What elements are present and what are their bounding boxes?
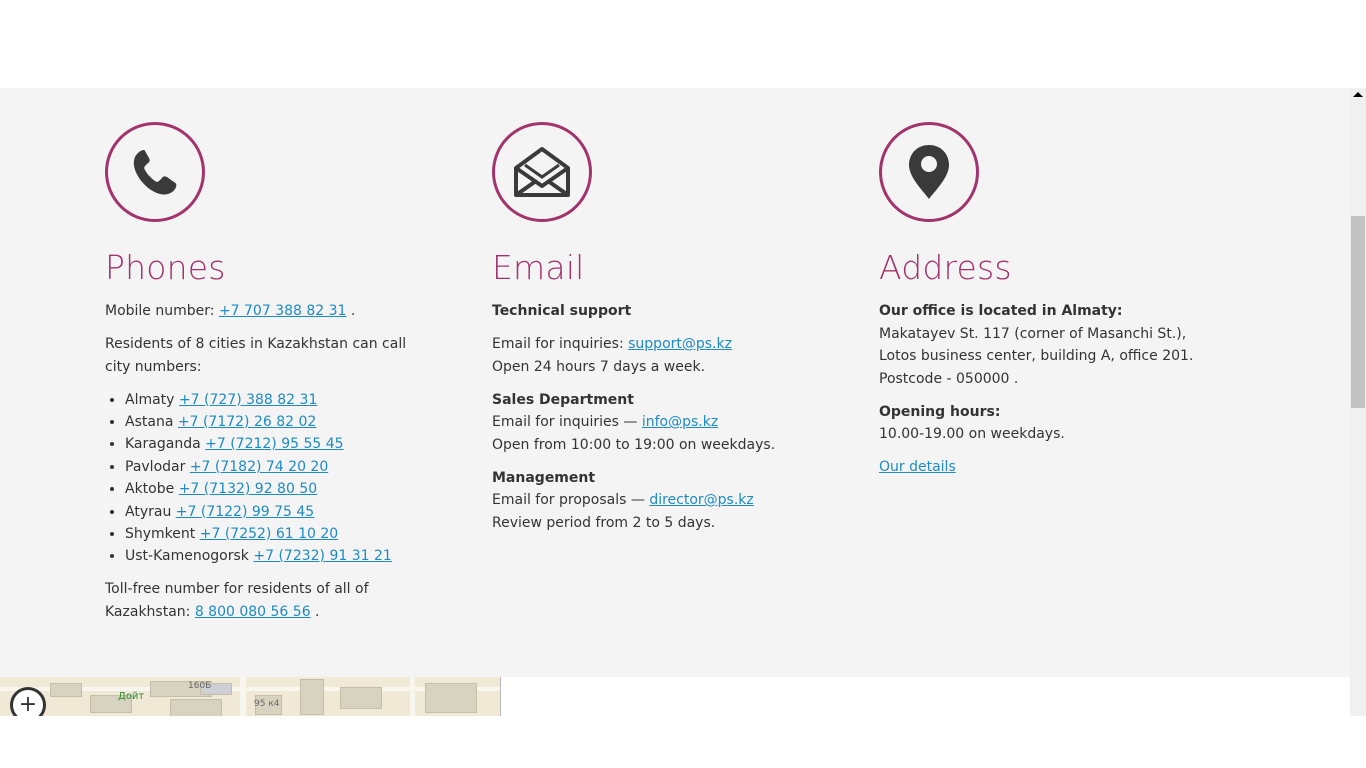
city-name: Pavlodar [125,458,186,475]
page-bottom-blank [0,716,1366,768]
list-item: Astana +7 (7172) 26 82 02 [125,411,435,433]
email-label: Email for inquiries: [492,336,629,352]
map-poi-label: Дойт [118,691,145,702]
city-phone-link[interactable]: +7 (7232) 91 31 21 [253,548,391,564]
plus-icon: + [18,692,38,716]
location-map[interactable]: Дойт 160Б 95 к4 + [0,677,501,716]
scrollbar-thumb[interactable] [1351,216,1365,408]
mobile-number-line: Mobile number: +7 707 388 82 31 . [105,300,435,323]
tollfree-number-link[interactable]: 8 800 080 56 56 [195,604,311,620]
city-name: Atyrau [125,503,172,520]
sales-department-heading: Sales Department [492,391,634,408]
mobile-number-link[interactable]: +7 707 388 82 31 [219,303,347,319]
mobile-suffix: . [346,303,356,319]
mobile-label: Mobile number: [105,303,219,319]
address-line: Postcode - 050000 . [879,370,1019,387]
hours-heading: Opening hours: [879,403,1001,420]
tollfree-line: Toll-free number for residents of all of… [105,578,435,623]
address-column: Address Our office is located in Almaty:… [879,122,1199,489]
info-email-link[interactable]: info@ps.kz [642,414,718,430]
list-item: Atyrau +7 (7122) 99 75 45 [125,501,435,523]
map-pin-icon [879,122,979,222]
our-details-link[interactable]: Our details [879,459,956,475]
phones-title: Phones [105,248,226,287]
scroll-up-arrow-icon[interactable] [1353,92,1363,97]
envelope-icon [492,122,592,222]
hours-block: Opening hours: 10.00-19.00 on weekdays. [879,401,1199,446]
list-item: Pavlodar +7 (7182) 74 20 20 [125,456,435,478]
list-item: Aktobe +7 (7132) 92 80 50 [125,478,435,500]
city-name: Almaty [125,391,175,408]
address-line: Makatayev St. 117 (corner of Masanchi St… [879,325,1187,342]
map-label: 95 к4 [254,699,280,709]
city-name: Astana [125,413,174,430]
email-note: Open from 10:00 to 19:00 on weekdays. [492,436,776,453]
hours-text: 10.00-19.00 on weekdays. [879,426,1065,442]
address-title: Address [879,248,1012,287]
email-column: Email Technical support Email for inquir… [492,122,812,545]
details-block: Our details [879,456,1199,479]
management-heading: Management [492,469,596,486]
city-phone-link[interactable]: +7 (7252) 61 10 20 [200,526,338,542]
email-label: Email for proposals — [492,492,650,508]
list-item: Ust-Kamenogorsk +7 (7232) 91 31 21 [125,545,435,567]
technical-support-heading: Technical support [492,303,632,319]
city-phone-link[interactable]: +7 (7172) 26 82 02 [178,414,316,430]
email-section-body: Email for inquiries: support@ps.kz Open 2… [492,333,812,378]
email-section-heading: Technical support [492,300,812,323]
email-note: Review period from 2 to 5 days. [492,514,716,531]
email-title: Email [492,248,585,287]
tollfree-suffix: . [310,603,320,620]
address-line: Lotos business center, building A, offic… [879,348,1194,364]
email-section-body: Sales Department Email for inquiries — in… [492,389,812,457]
vertical-scrollbar[interactable] [1350,88,1366,716]
city-phone-link[interactable]: +7 (727) 388 82 31 [179,392,317,408]
phone-icon [105,122,205,222]
page-header-blank [0,0,1350,88]
city-name: Aktobe [125,481,175,498]
phones-column: Phones Mobile number: +7 707 388 82 31 .… [105,122,435,634]
city-phone-link[interactable]: +7 (7122) 99 75 45 [176,504,314,520]
map-label: 160Б [188,681,212,691]
email-label: Email for inquiries — [492,414,642,430]
map-zoom-in-button[interactable]: + [10,687,46,716]
cities-intro: Residents of 8 cities in Kazakhstan can … [105,336,407,375]
office-heading: Our office is located in Almaty: [879,303,1123,319]
email-note: Open 24 hours 7 days a week. [492,358,706,375]
list-item: Karaganda +7 (7212) 95 55 45 [125,433,435,455]
support-email-link[interactable]: support@ps.kz [628,336,732,352]
list-item: Almaty +7 (727) 388 82 31 [125,389,435,411]
city-name: Ust-Kamenogorsk [125,548,249,565]
city-name: Karaganda [125,436,201,453]
director-email-link[interactable]: director@ps.kz [649,492,753,508]
city-phone-link[interactable]: +7 (7132) 92 80 50 [179,481,317,497]
office-block: Our office is located in Almaty: Makataye… [879,300,1199,390]
city-phone-link[interactable]: +7 (7182) 74 20 20 [190,459,328,475]
list-item: Shymkent +7 (7252) 61 10 20 [125,523,435,545]
contacts-section: Phones Mobile number: +7 707 388 82 31 .… [0,88,1350,677]
city-phone-list: Almaty +7 (727) 388 82 31 Astana +7 (717… [105,389,435,568]
city-phone-link[interactable]: +7 (7212) 95 55 45 [205,436,343,452]
city-name: Shymkent [125,525,196,542]
email-section-body: Management Email for proposals — director… [492,467,812,535]
